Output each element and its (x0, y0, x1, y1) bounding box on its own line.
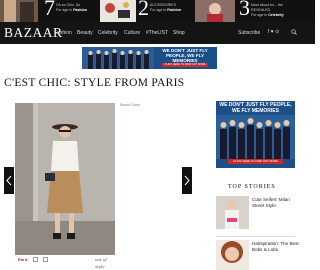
share-bar: Pin it out of style (15, 256, 115, 269)
promo-item-2[interactable]: 2 ACCESSORIES For age in Fashion (100, 0, 195, 22)
share-icon[interactable] (33, 257, 38, 262)
promo-number: 2 (138, 0, 149, 20)
sidebar-ad[interactable]: WE DON'T JUST FLY PEOPLE, WE FLY MEMORIE… (216, 101, 295, 168)
nav-link-celebrity[interactable]: Celebrity (98, 30, 118, 36)
ad-cta-button[interactable]: CLICK HERE TO FIND OUT MORE (228, 159, 283, 164)
nav-link-thelist[interactable]: #TheLIST (146, 30, 168, 36)
promo-text: Most about for... the REVEALED For age i… (251, 3, 284, 17)
carousel-prev-button[interactable] (4, 167, 14, 194)
subscribe-link[interactable]: Subscribe (238, 30, 260, 36)
chevron-right-icon (184, 175, 190, 186)
promo-text: Oh so Chic, So For age in Fashion (56, 3, 87, 12)
story-thumbnail[interactable] (216, 196, 249, 229)
promo-item-1[interactable]: 7 Oh so Chic, So For age in Fashion (0, 0, 100, 22)
promo-text: ACCESSORIES For age in Fashion (150, 3, 181, 12)
top-stories-heading: TOP STORIES (228, 184, 276, 190)
pin-it-button[interactable]: Pin it (18, 256, 27, 263)
ad-headline: WE DON'T JUST FLY PEOPLE, WE FLY MEMORIE… (219, 102, 292, 114)
divider (216, 236, 295, 237)
article-photo (15, 103, 115, 255)
ad-headline: WE DON'T JUST FLY PEOPLE, WE FLY MEMORIE… (162, 48, 208, 63)
chevron-left-icon (6, 175, 12, 186)
carousel-next-button[interactable] (182, 167, 192, 194)
promo-number: 7 (44, 0, 55, 20)
zoom-icon[interactable] (43, 257, 48, 262)
ad-image (82, 47, 154, 69)
promo-item-3[interactable]: 3 Most about for... the REVEALED For age… (195, 0, 315, 22)
ad-cta-button[interactable]: CLICK HERE TO FIND OUT MORE (162, 63, 208, 67)
search-icon[interactable] (291, 29, 297, 35)
top-ad-banner[interactable]: WE DON'T JUST FLY PEOPLE, WE FLY MEMORIE… (82, 47, 217, 69)
promo-thumbnail (0, 0, 38, 22)
story-thumbnail[interactable] (216, 240, 249, 270)
article-headline: C'EST CHIC: STYLE FROM PARIS (4, 77, 185, 89)
story-title[interactable]: Hairspiration: The Best Bobs & Lobs (252, 241, 302, 253)
main-nav: BAZAAR Fashion Beauty Celebrity Culture … (0, 22, 315, 44)
social-icons[interactable]: f ♥ ⊙ (268, 29, 279, 36)
promo-thumbnail (100, 0, 136, 22)
promo-thumbnail (195, 0, 235, 22)
ad-image (216, 115, 295, 159)
nav-link-shop[interactable]: Shop (173, 30, 185, 36)
promo-strip: 7 Oh so Chic, So For age in Fashion 2 AC… (0, 0, 315, 22)
signature-text: out of style (95, 257, 107, 269)
promo-number: 3 (239, 0, 250, 20)
story-title[interactable]: Cote Seifert: Milan Street Style (252, 197, 302, 209)
photo-credit: Based Sales (120, 103, 141, 107)
nav-link-fashion[interactable]: Fashion (54, 30, 72, 36)
nav-link-culture[interactable]: Culture (124, 30, 140, 36)
nav-link-beauty[interactable]: Beauty (77, 30, 93, 36)
